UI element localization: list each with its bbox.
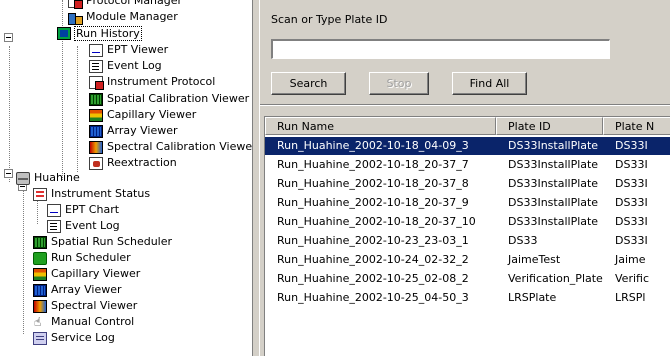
plate-name-cell: LRSPl	[615, 291, 646, 304]
tree-item-service-log[interactable]: Service Log	[33, 330, 116, 346]
protocol-icon	[68, 0, 83, 9]
event-log-icon	[47, 219, 61, 233]
table-header: Run Name Plate ID Plate N	[265, 117, 670, 135]
instrument-status-icon	[33, 187, 47, 201]
run-scheduler-icon	[33, 251, 47, 265]
run-name-cell: Run_Huahine_2002-10-18_20-37_9	[277, 196, 469, 209]
plate-name-cell: DS33I	[615, 158, 648, 171]
table-row[interactable]: Run_Huahine_2002-10-18_20-37_8 DS33Insta…	[265, 175, 670, 193]
run-history-panel: Scan or Type Plate ID Search Stop Find A…	[260, 0, 670, 356]
run-name-cell: Run_Huahine_2002-10-25_04-50_3	[277, 291, 469, 304]
plate-name-cell: DS33I	[615, 196, 648, 209]
plate-name-cell: Verific	[615, 272, 649, 285]
plate-id-cell: DS33	[508, 234, 538, 247]
reextraction-icon	[89, 156, 103, 170]
plate-id-cell: DS33InstallPlate	[508, 177, 599, 190]
capillary-icon	[33, 267, 47, 281]
section-divider	[260, 104, 670, 106]
collapse-run-history-toggle[interactable]	[4, 33, 13, 42]
tree-item-event-log-huahine[interactable]: Event Log	[47, 218, 121, 234]
array-icon	[33, 283, 47, 297]
run-name-cell: Run_Huahine_2002-10-25_02-08_2	[277, 272, 469, 285]
tree-item-module-manager[interactable]: Module Manager	[68, 9, 179, 25]
run-name-cell: Run_Huahine_2002-10-18_04-09_3	[277, 139, 469, 152]
run-table[interactable]: Run Name Plate ID Plate N Run_Huahine_20…	[264, 116, 670, 356]
stop-button[interactable]: Stop	[369, 72, 429, 95]
module-icon	[68, 11, 83, 25]
pane-splitter[interactable]	[252, 0, 260, 356]
run-name-cell: Run_Huahine_2002-10-18_20-37_7	[277, 158, 469, 171]
tree-item-run-scheduler[interactable]: Run Scheduler	[33, 250, 132, 266]
column-header-plate-id[interactable]: Plate ID	[496, 117, 603, 135]
table-row[interactable]: Run_Huahine_2002-10-18_20-37_9 DS33Insta…	[265, 194, 670, 212]
tree-item-spatial-calibration-viewer[interactable]: Spatial Calibration Viewer	[89, 91, 250, 107]
table-row[interactable]: Run_Huahine_2002-10-23_23-03_1 DS33 DS33…	[265, 232, 670, 250]
column-header-plate-name[interactable]: Plate N	[603, 117, 670, 135]
table-row[interactable]: Run_Huahine_2002-10-18_20-37_10 DS33Inst…	[265, 213, 670, 231]
run-name-cell: Run_Huahine_2002-10-23_23-03_1	[277, 234, 469, 247]
column-header-run-name[interactable]: Run Name	[265, 117, 496, 135]
search-button[interactable]: Search	[271, 72, 346, 95]
run-name-cell: Run_Huahine_2002-10-18_20-37_10	[277, 215, 476, 228]
spectral-calibration-icon	[89, 140, 103, 154]
table-row[interactable]: Run_Huahine_2002-10-25_04-50_3 LRSPlate …	[265, 289, 670, 307]
tree-item-reextraction[interactable]: Reextraction	[89, 155, 178, 171]
manual-control-icon	[33, 314, 47, 330]
tree-item-instrument-protocol[interactable]: Instrument Protocol	[89, 74, 216, 90]
plate-name-cell: DS33I	[615, 177, 648, 190]
plate-id-input[interactable]	[271, 39, 610, 59]
plate-id-cell: DS33InstallPlate	[508, 158, 599, 171]
tree-item-capillary-viewer-huahine[interactable]: Capillary Viewer	[33, 266, 141, 282]
plate-id-label: Scan or Type Plate ID	[271, 13, 388, 26]
table-row[interactable]: Run_Huahine_2002-10-18_04-09_3 DS33Insta…	[265, 137, 670, 155]
find-all-button[interactable]: Find All	[452, 72, 527, 95]
navigation-tree[interactable]: Protocol Manager Module Manager Run Hist…	[0, 0, 252, 356]
spatial-calibration-icon	[89, 92, 103, 106]
tree-item-spectral-viewer[interactable]: Spectral Viewer	[33, 298, 138, 314]
plate-id-cell: DS33InstallPlate	[508, 139, 599, 152]
tree-item-array-viewer-huahine[interactable]: Array Viewer	[33, 282, 123, 298]
collapse-huahine-toggle[interactable]	[4, 169, 13, 178]
capillary-icon	[89, 108, 103, 122]
run-name-cell: Run_Huahine_2002-10-24_02-32_2	[277, 253, 469, 266]
array-icon	[89, 124, 103, 138]
tree-item-run-history[interactable]: Run History	[57, 25, 142, 41]
plate-id-cell: JaimeTest	[508, 253, 561, 266]
service-log-icon	[33, 331, 47, 345]
ept-chart-icon	[47, 203, 61, 217]
tree-item-huahine[interactable]: Huahine	[16, 170, 81, 186]
tree-item-protocol-manager[interactable]: Protocol Manager	[68, 0, 183, 9]
run-name-cell: Run_Huahine_2002-10-18_20-37_8	[277, 177, 469, 190]
event-log-icon	[89, 59, 103, 73]
plate-id-cell: Verification_Plate	[508, 272, 603, 285]
tree-item-capillary-viewer[interactable]: Capillary Viewer	[89, 107, 197, 123]
plate-id-cell: DS33InstallPlate	[508, 215, 599, 228]
tree-item-event-log[interactable]: Event Log	[89, 58, 163, 74]
plate-id-cell: LRSPlate	[508, 291, 557, 304]
tree-item-ept-viewer[interactable]: EPT Viewer	[89, 42, 169, 58]
tree-item-instrument-status[interactable]: Instrument Status	[33, 186, 151, 202]
tree-item-array-viewer[interactable]: Array Viewer	[89, 123, 179, 139]
ept-viewer-icon	[89, 43, 103, 57]
plate-name-cell: DS33I	[615, 234, 648, 247]
tree-item-ept-chart[interactable]: EPT Chart	[47, 202, 120, 218]
plate-name-cell: DS33I	[615, 139, 648, 152]
instrument-protocol-icon	[89, 75, 104, 90]
plate-name-cell: DS33I	[615, 215, 648, 228]
table-row[interactable]: Run_Huahine_2002-10-25_02-08_2 Verificat…	[265, 270, 670, 288]
spectral-viewer-icon	[33, 299, 47, 313]
tree-item-spatial-run-scheduler[interactable]: Spatial Run Scheduler	[33, 234, 173, 250]
plate-id-cell: DS33InstallPlate	[508, 196, 599, 209]
spatial-run-scheduler-icon	[33, 235, 47, 249]
plate-name-cell: Jaime	[615, 253, 646, 266]
run-history-icon	[57, 26, 71, 40]
table-row[interactable]: Run_Huahine_2002-10-24_02-32_2 JaimeTest…	[265, 251, 670, 269]
tree-item-manual-control[interactable]: Manual Control	[33, 314, 135, 330]
instrument-icon	[16, 171, 30, 185]
table-row[interactable]: Run_Huahine_2002-10-18_20-37_7 DS33Insta…	[265, 156, 670, 174]
tree-item-spectral-calibration-viewer[interactable]: Spectral Calibration Viewer	[89, 139, 252, 155]
